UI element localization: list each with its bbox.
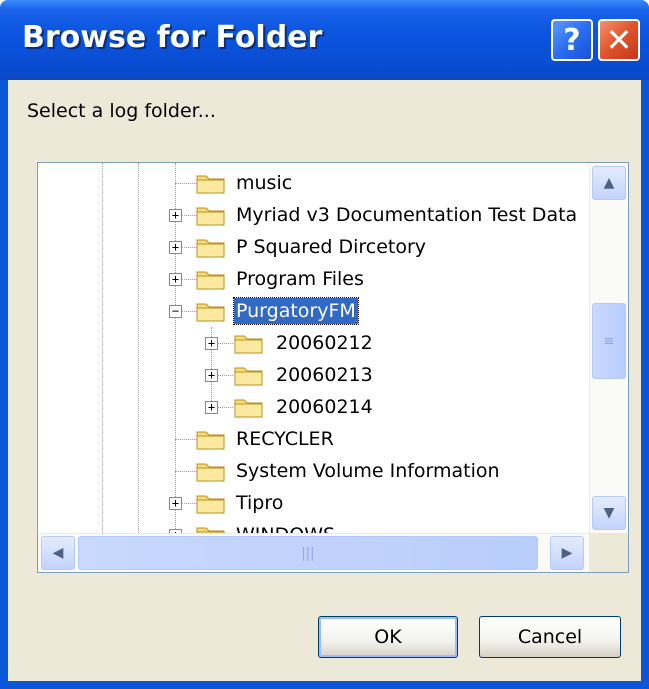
tree-item-label[interactable]: 20060213 (274, 362, 375, 388)
folder-icon (196, 460, 226, 482)
tree-item-label[interactable]: Program Files (234, 266, 366, 292)
folder-icon (196, 204, 226, 226)
tree-item[interactable]: +20060214 (38, 391, 589, 423)
tree-item[interactable]: − PurgatoryFM (38, 295, 589, 327)
collapse-icon[interactable]: − (169, 305, 182, 318)
tree-item[interactable]: + Program Files (38, 263, 589, 295)
scrollbar-corner (589, 533, 628, 572)
tree-item[interactable]: + P Squared Dircetory (38, 231, 589, 263)
tree-item[interactable]: System Volume Information (38, 455, 589, 487)
scroll-down-icon: ▼ (603, 505, 615, 521)
folder-tree[interactable]: music + Myriad v3 Documentation Test Data +… (37, 162, 629, 573)
folder-icon (234, 332, 264, 354)
scroll-right-button[interactable]: ▶ (550, 536, 584, 570)
expand-icon[interactable]: + (169, 497, 182, 510)
tree-item-label[interactable]: System Volume Information (234, 458, 502, 484)
horizontal-scrollbar[interactable]: ◀ ||| ▶ (38, 533, 589, 572)
tree-item[interactable]: +20060213 (38, 359, 589, 391)
tree-item[interactable]: + Tipro (38, 487, 589, 519)
tree-item[interactable]: + Myriad v3 Documentation Test Data (38, 199, 589, 231)
tree-item-label[interactable]: PurgatoryFM (233, 297, 359, 325)
folder-icon (234, 396, 264, 418)
tree-item-label[interactable]: Tipro (234, 490, 285, 516)
folder-icon (196, 492, 226, 514)
vertical-scroll-thumb[interactable]: ≡ (592, 303, 626, 379)
scroll-right-icon: ▶ (561, 545, 573, 561)
tree-connector (175, 183, 197, 184)
help-button[interactable]: ? (551, 19, 593, 61)
window-title: Browse for Folder (22, 20, 323, 55)
grip-icon: ||| (301, 545, 315, 561)
folder-icon (196, 300, 226, 322)
expand-icon[interactable]: + (205, 369, 218, 382)
tree-item-label[interactable]: Myriad v3 Documentation Test Data (234, 202, 579, 228)
close-button[interactable]: ✕ (598, 19, 640, 61)
tree-item-label[interactable]: 20060214 (274, 394, 375, 420)
prompt-text: Select a log folder... (27, 100, 216, 122)
tree-item-label[interactable]: music (234, 170, 294, 196)
tree-item-label[interactable]: P Squared Dircetory (234, 234, 428, 260)
folder-icon (234, 364, 264, 386)
title-bar[interactable]: Browse for Folder ? ✕ (0, 0, 649, 80)
tree-item[interactable]: RECYCLER (38, 423, 589, 455)
expand-icon[interactable]: + (205, 401, 218, 414)
scroll-left-icon: ◀ (52, 545, 64, 561)
scroll-up-button[interactable]: ▲ (592, 166, 626, 200)
browse-for-folder-dialog: Browse for Folder ? ✕ Select a log folde… (0, 0, 649, 689)
tree-connector (175, 471, 197, 472)
folder-icon (196, 172, 226, 194)
expand-icon[interactable]: + (169, 273, 182, 286)
expand-icon[interactable]: + (205, 337, 218, 350)
tree-item[interactable]: +20060212 (38, 327, 589, 359)
horizontal-scroll-thumb[interactable]: ||| (78, 536, 538, 570)
tree-item-label[interactable]: 20060212 (274, 330, 375, 356)
grip-icon: ≡ (603, 333, 615, 349)
folder-icon (196, 268, 226, 290)
close-icon: ✕ (605, 21, 633, 59)
tree-connector (175, 439, 197, 440)
cancel-button[interactable]: Cancel (479, 616, 621, 658)
ok-button[interactable]: OK (318, 616, 458, 658)
expand-icon[interactable]: + (169, 241, 182, 254)
help-icon: ? (563, 22, 581, 58)
tree-item[interactable]: music (38, 167, 589, 199)
scroll-left-button[interactable]: ◀ (41, 536, 75, 570)
folder-icon (196, 236, 226, 258)
scroll-up-icon: ▲ (603, 175, 615, 191)
tree-item-label[interactable]: RECYCLER (234, 426, 336, 452)
folder-icon (196, 428, 226, 450)
scroll-down-button[interactable]: ▼ (592, 496, 626, 530)
vertical-scrollbar[interactable]: ▲ ≡ ▼ (589, 163, 628, 533)
expand-icon[interactable]: + (169, 209, 182, 222)
